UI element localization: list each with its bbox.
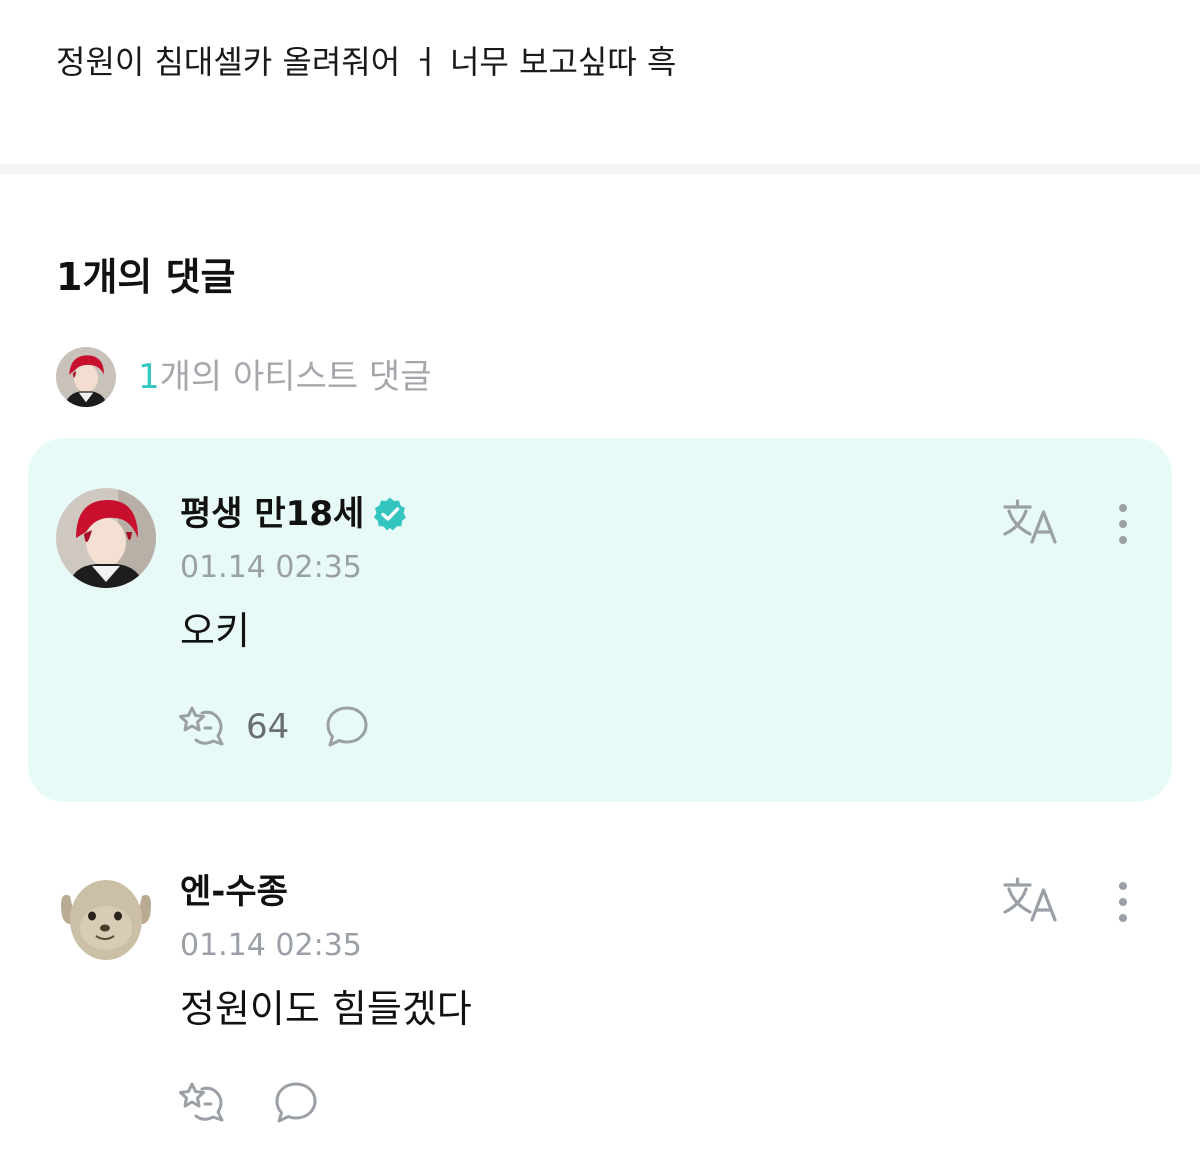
comment-author-name[interactable]: 평생 만18세: [180, 492, 364, 536]
reply-icon[interactable]: [274, 1081, 318, 1125]
artist-comment-summary[interactable]: 1개의 아티스트 댓글: [56, 346, 432, 408]
translate-icon[interactable]: [1000, 876, 1060, 926]
artist-comment-label: 개의 아티스트 댓글: [159, 357, 432, 397]
like-icon[interactable]: [178, 704, 228, 750]
artist-comment-summary-text: 1개의 아티스트 댓글: [138, 355, 432, 399]
comment-author-name[interactable]: 엔-수종: [180, 870, 288, 914]
more-vertical-icon[interactable]: [1110, 500, 1136, 548]
reply-icon[interactable]: [325, 705, 369, 749]
post-text: 정원이 침대셀카 올려줘어 ㅓ 너무 보고싶따 흑: [56, 43, 677, 81]
translate-icon[interactable]: [1000, 498, 1060, 548]
comment-text: 정원이도 힘들겠다: [180, 987, 472, 1031]
avatar[interactable]: [56, 488, 156, 588]
section-divider: [0, 164, 1200, 174]
comment-text: 오키: [180, 609, 250, 653]
comment-timestamp: 01.14 02:35: [180, 550, 362, 585]
more-vertical-icon[interactable]: [1110, 878, 1136, 926]
comments-count-title: 1개의 댓글: [56, 255, 236, 299]
avatar[interactable]: [56, 866, 156, 966]
verified-badge-icon: [372, 496, 408, 532]
like-count: 64: [246, 707, 290, 747]
comment-actions: [178, 1078, 318, 1128]
comment-actions: 64: [178, 702, 369, 752]
comment-timestamp: 01.14 02:35: [180, 928, 362, 963]
artist-comment-count: 1: [138, 357, 160, 397]
artist-avatar: [56, 347, 116, 407]
like-icon[interactable]: [178, 1080, 228, 1126]
